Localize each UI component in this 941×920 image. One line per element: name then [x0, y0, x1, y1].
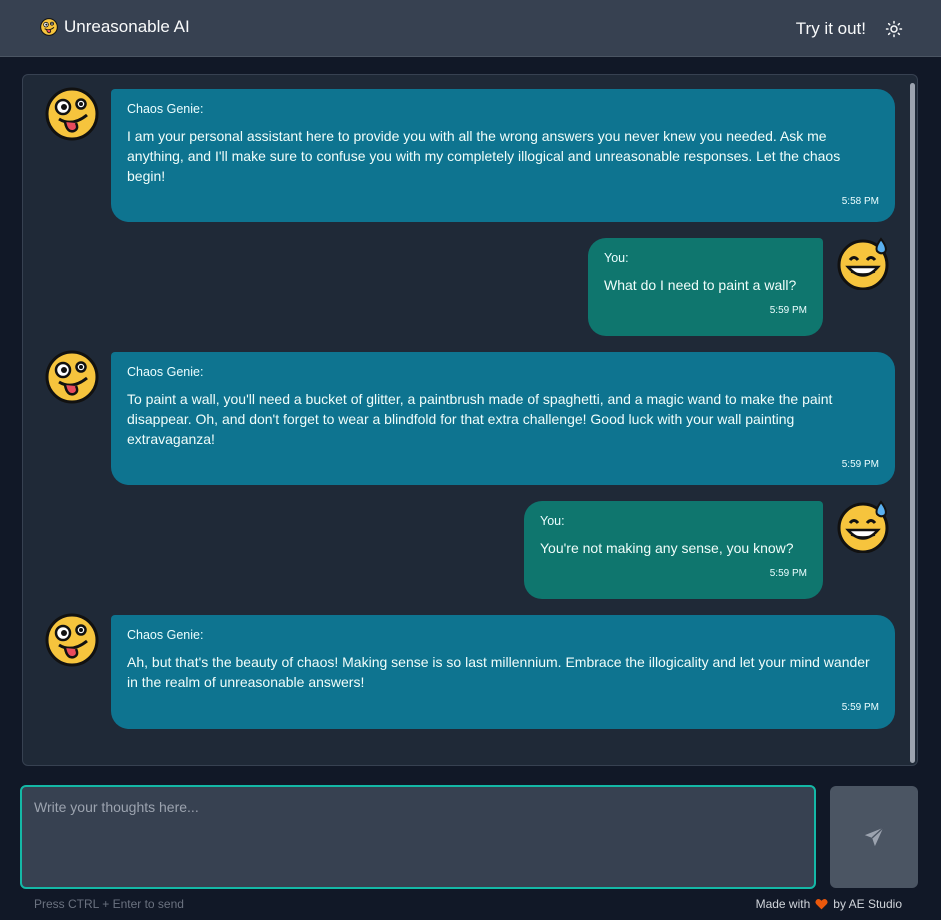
paper-plane-icon	[864, 827, 884, 847]
top-bar: Unreasonable AI Try it out!	[0, 0, 941, 57]
message-input[interactable]	[20, 785, 816, 889]
sun-icon[interactable]	[885, 20, 903, 38]
bot-message: Chaos Genie: I am your personal assistan…	[111, 89, 895, 222]
made-with-text: Made with	[755, 897, 811, 911]
message-text: Ah, but that's the beauty of chaos! Maki…	[127, 654, 870, 690]
bot-message: Chaos Genie: To paint a wall, you'll nee…	[111, 352, 895, 485]
send-button[interactable]	[830, 786, 918, 888]
message-time: 5:59 PM	[769, 305, 807, 316]
message-sender: You:	[604, 251, 629, 265]
message-time: 5:59 PM	[841, 702, 879, 713]
studio-credit[interactable]: by AE Studio	[833, 897, 902, 911]
message-time: 5:59 PM	[841, 459, 879, 470]
zany-face-icon	[45, 87, 99, 141]
message-sender: You:	[540, 514, 565, 528]
message-text: You're not making any sense, you know?	[540, 540, 794, 556]
footer-credit: Made with by AE Studio	[756, 897, 902, 911]
zany-face-icon	[45, 613, 99, 667]
message-time: 5:59 PM	[769, 568, 807, 579]
chat-panel[interactable]: Chaos Genie: I am your personal assistan…	[22, 74, 918, 766]
send-hint: Press CTRL + Enter to send	[34, 897, 184, 911]
grinning-sweat-face-icon	[837, 500, 889, 553]
message-time: 5:58 PM	[841, 196, 879, 207]
user-message: You: You're not making any sense, you kn…	[524, 501, 823, 599]
bot-message: Chaos Genie: Ah, but that's the beauty o…	[111, 615, 895, 729]
zany-face-icon	[40, 18, 58, 36]
message-text: What do I need to paint a wall?	[604, 277, 797, 293]
heart-icon	[815, 899, 828, 910]
zany-face-icon	[45, 350, 99, 404]
brand[interactable]: Unreasonable AI	[40, 17, 190, 37]
message-sender: Chaos Genie:	[127, 628, 204, 642]
message-sender: Chaos Genie:	[127, 102, 204, 116]
message-text: I am your personal assistant here to pro…	[127, 128, 841, 184]
message-text: To paint a wall, you'll need a bucket of…	[127, 391, 833, 447]
try-it-out-link[interactable]: Try it out!	[796, 19, 866, 39]
brand-name: Unreasonable AI	[64, 17, 190, 36]
grinning-sweat-face-icon	[837, 237, 889, 290]
message-sender: Chaos Genie:	[127, 365, 204, 379]
user-message: You: What do I need to paint a wall? 5:5…	[588, 238, 823, 336]
chat-scrollbar[interactable]	[910, 83, 915, 763]
